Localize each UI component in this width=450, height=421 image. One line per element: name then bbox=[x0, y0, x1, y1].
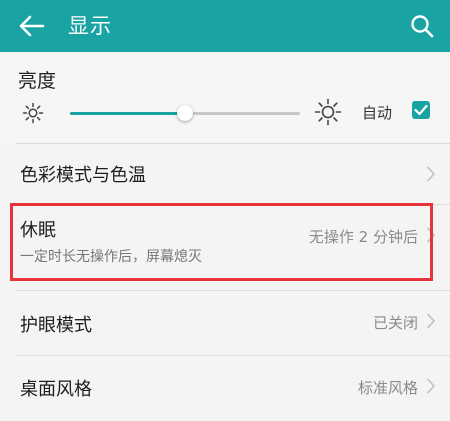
row-value: 已关闭 bbox=[372, 314, 418, 332]
slider-thumb[interactable] bbox=[177, 105, 193, 121]
slider-fill bbox=[70, 112, 185, 115]
row-title: 护眼模式 bbox=[20, 315, 92, 336]
row-title: 休眠 bbox=[20, 220, 56, 241]
brightness-section: 亮度 自动 bbox=[0, 52, 450, 142]
row-subtitle: 一定时长无操作后，屏幕熄灭 bbox=[20, 249, 202, 265]
auto-brightness-label: 自动 bbox=[362, 104, 393, 122]
setting-desktop-style[interactable]: 桌面风格 标准风格 bbox=[0, 356, 450, 421]
back-button[interactable] bbox=[14, 8, 50, 44]
auto-brightness-checkbox[interactable] bbox=[412, 101, 430, 119]
search-button[interactable] bbox=[404, 8, 440, 44]
app-bar: 显示 bbox=[0, 0, 450, 52]
chevron-right-icon bbox=[427, 166, 436, 182]
chevron-right-icon bbox=[427, 227, 436, 243]
settings-content: 亮度 自动 色彩模式与色温 休眠 一定时长无操作后，屏幕熄灭 无操作 2 分钟后… bbox=[0, 52, 450, 421]
sun-small-icon bbox=[22, 102, 44, 124]
setting-color-mode[interactable]: 色彩模式与色温 bbox=[0, 144, 450, 204]
checkmark-icon bbox=[414, 104, 428, 116]
row-title: 桌面风格 bbox=[20, 379, 92, 400]
row-value: 标准风格 bbox=[357, 379, 418, 397]
setting-sleep[interactable]: 休眠 一定时长无操作后，屏幕熄灭 无操作 2 分钟后 bbox=[0, 205, 450, 281]
page-title: 显示 bbox=[68, 14, 112, 38]
brightness-slider[interactable] bbox=[70, 105, 300, 121]
search-icon bbox=[411, 15, 434, 38]
setting-eye-comfort[interactable]: 护眼模式 已关闭 bbox=[0, 291, 450, 355]
chevron-right-icon bbox=[427, 378, 436, 394]
row-title: 色彩模式与色温 bbox=[20, 165, 146, 186]
row-value: 无操作 2 分钟后 bbox=[308, 228, 418, 246]
brightness-label: 亮度 bbox=[18, 70, 57, 92]
arrow-left-icon bbox=[19, 15, 45, 37]
chevron-right-icon bbox=[427, 313, 436, 329]
sun-large-icon bbox=[314, 98, 342, 126]
